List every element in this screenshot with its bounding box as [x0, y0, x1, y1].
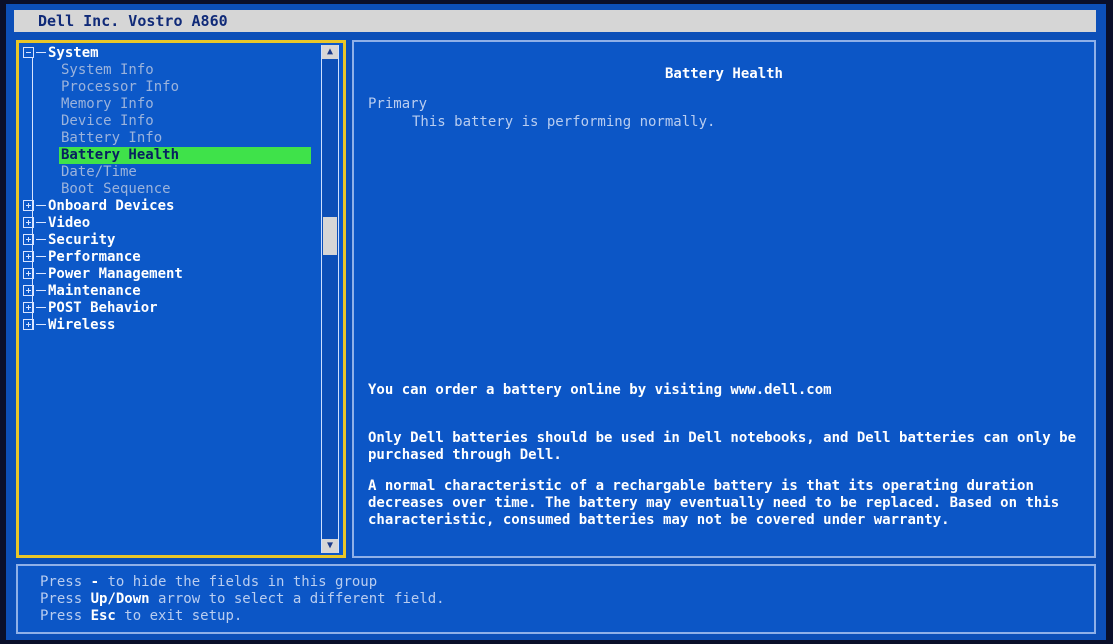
- tree-item-battery-info[interactable]: Battery Info: [23, 130, 313, 147]
- expand-icon[interactable]: [23, 200, 34, 211]
- primary-battery-label: Primary: [368, 96, 428, 112]
- window-title: Dell Inc. Vostro A860: [14, 10, 1096, 32]
- scroll-down-icon[interactable]: ▼: [322, 539, 338, 553]
- tree-item-label: Video: [48, 215, 91, 231]
- tree-item-date-time[interactable]: Date/Time: [23, 164, 313, 181]
- tree-item-performance[interactable]: Performance: [23, 249, 313, 266]
- tree-item-label: Device Info: [61, 113, 154, 129]
- tree-item-label: Battery Health: [59, 147, 311, 164]
- scrollbar-thumb[interactable]: [323, 217, 337, 255]
- expand-icon[interactable]: [23, 268, 34, 279]
- scroll-up-icon[interactable]: ▲: [322, 45, 338, 59]
- expand-icon[interactable]: [23, 217, 34, 228]
- collapse-icon[interactable]: [23, 47, 34, 58]
- tree-item-label: Memory Info: [61, 96, 154, 112]
- tree-item-label: POST Behavior: [48, 300, 158, 316]
- expand-icon[interactable]: [23, 251, 34, 262]
- tree-item-processor-info[interactable]: Processor Info: [23, 79, 313, 96]
- order-battery-text: You can order a battery online by visiti…: [368, 382, 832, 398]
- detail-title: Battery Health: [664, 66, 783, 82]
- tree-item-device-info[interactable]: Device Info: [23, 113, 313, 130]
- tree-item-label: Onboard Devices: [48, 198, 175, 214]
- tree-item-label: Security: [48, 232, 116, 248]
- tree-item-label: Processor Info: [61, 79, 180, 95]
- expand-icon[interactable]: [23, 234, 34, 245]
- key-up-down: Up/Down: [90, 591, 150, 607]
- dell-batteries-text: Only Dell batteries should be used in De…: [368, 430, 1077, 463]
- help-line-3: Press Esc to exit setup.: [40, 608, 243, 624]
- tree-item-boot-sequence[interactable]: Boot Sequence: [23, 181, 313, 198]
- help-panel: Press - to hide the fields in this group…: [16, 564, 1096, 634]
- detail-panel: Battery Health Primary This battery is p…: [352, 40, 1096, 558]
- tree-item-label: System: [48, 45, 99, 61]
- tree-item-label: Date/Time: [61, 164, 137, 180]
- tree-item-onboard-devices[interactable]: Onboard Devices: [23, 198, 313, 215]
- key-minus: -: [90, 574, 100, 590]
- tree-item-power-management[interactable]: Power Management: [23, 266, 313, 283]
- tree-item-maintenance[interactable]: Maintenance: [23, 283, 313, 300]
- settings-tree: System System Info Processor Info Memory…: [23, 45, 313, 334]
- tree-item-label: Wireless: [48, 317, 116, 333]
- settings-tree-panel[interactable]: System System Info Processor Info Memory…: [16, 40, 346, 558]
- tree-item-post-behavior[interactable]: POST Behavior: [23, 300, 313, 317]
- tree-item-label: Battery Info: [61, 130, 163, 146]
- tree-item-label: System Info: [61, 62, 154, 78]
- tree-item-label: Power Management: [48, 266, 183, 282]
- battery-characteristic-text: A normal characteristic of a rechargable…: [368, 478, 1060, 528]
- tree-item-memory-info[interactable]: Memory Info: [23, 96, 313, 113]
- tree-item-wireless[interactable]: Wireless: [23, 317, 313, 334]
- expand-icon[interactable]: [23, 319, 34, 330]
- expand-icon[interactable]: [23, 302, 34, 313]
- tree-item-system[interactable]: System: [23, 45, 313, 62]
- tree-scrollbar[interactable]: ▲ ▼: [321, 45, 339, 553]
- battery-status-text: This battery is performing normally.: [412, 114, 716, 130]
- tree-item-system-info[interactable]: System Info: [23, 62, 313, 79]
- bios-screen: Dell Inc. Vostro A860 System System Info…: [6, 4, 1106, 640]
- tree-item-battery-health[interactable]: Battery Health: [23, 147, 313, 164]
- help-line-2: Press Up/Down arrow to select a differen…: [40, 591, 445, 607]
- tree-item-video[interactable]: Video: [23, 215, 313, 232]
- tree-item-label: Boot Sequence: [61, 181, 171, 197]
- tree-item-label: Performance: [48, 249, 141, 265]
- tree-item-security[interactable]: Security: [23, 232, 313, 249]
- expand-icon[interactable]: [23, 285, 34, 296]
- help-line-1: Press - to hide the fields in this group: [40, 574, 378, 590]
- key-esc: Esc: [90, 608, 116, 624]
- tree-item-label: Maintenance: [48, 283, 141, 299]
